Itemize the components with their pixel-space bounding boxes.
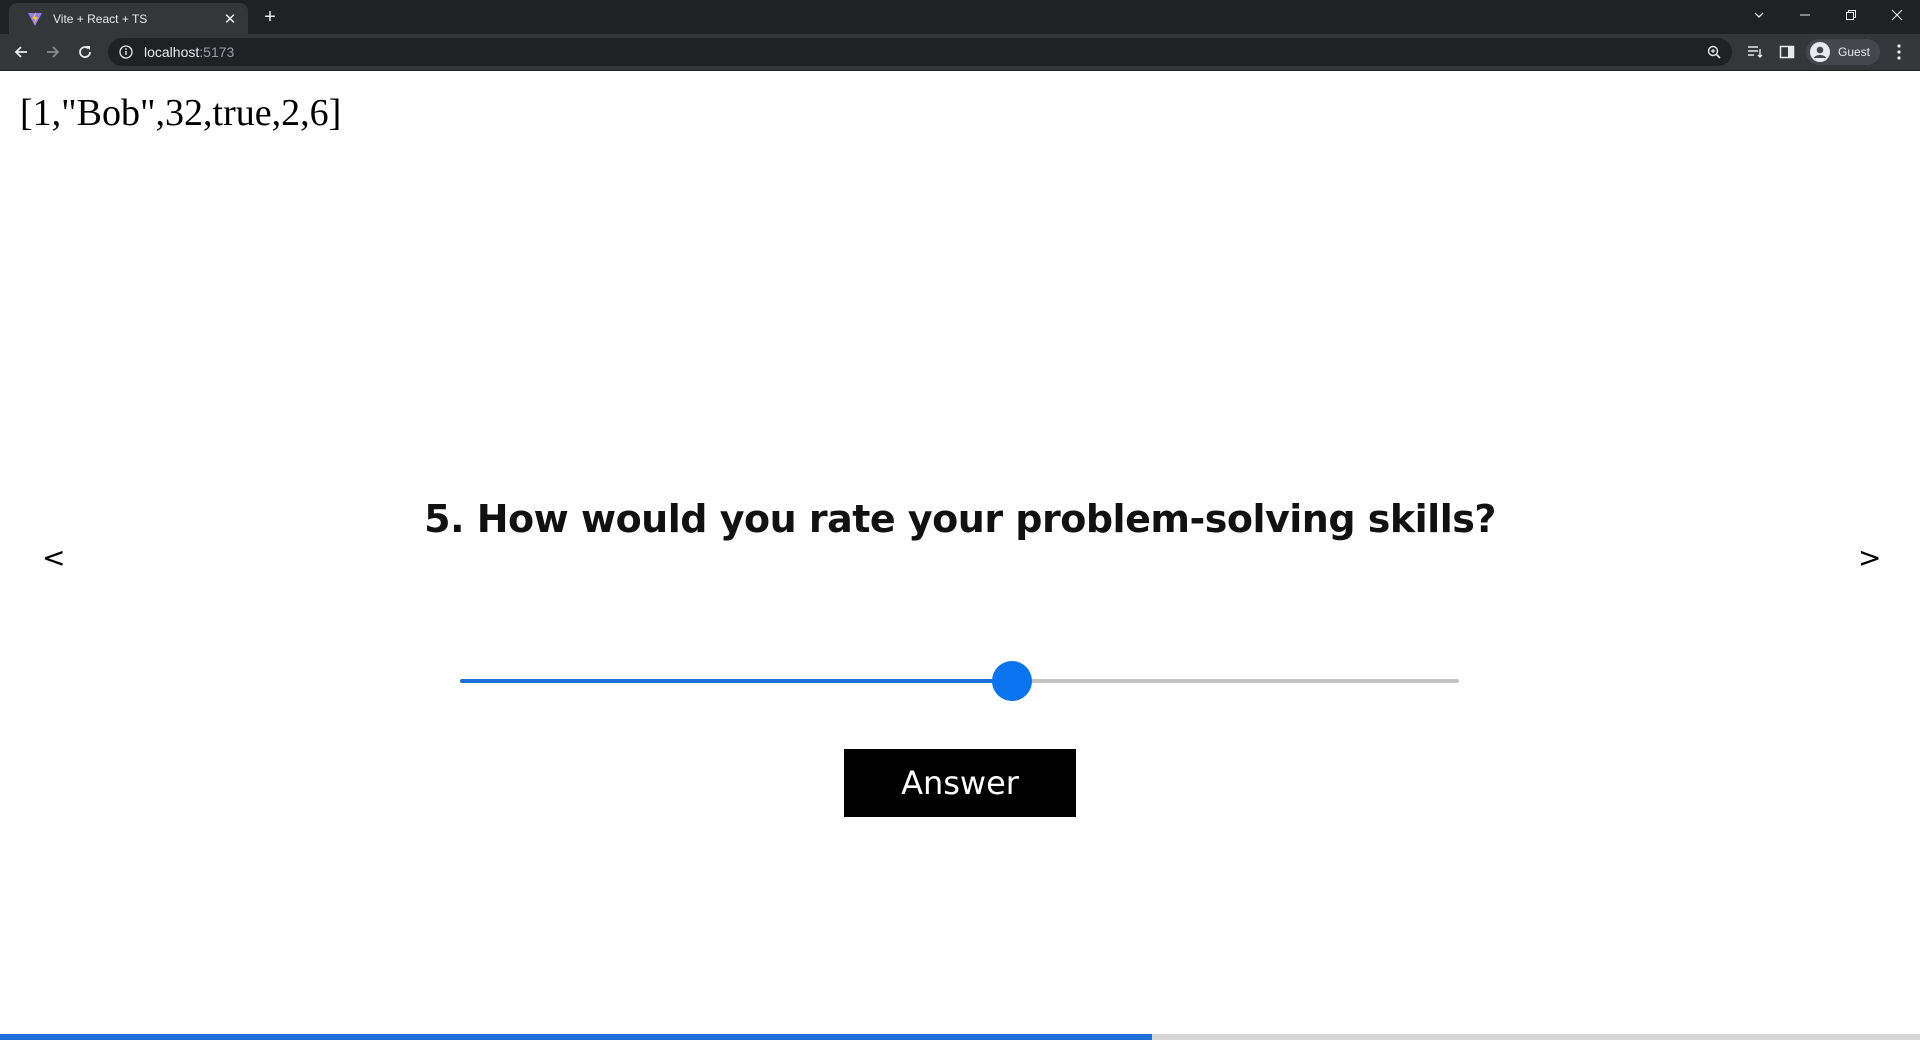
site-info-icon[interactable] (118, 44, 134, 60)
progress-fill (0, 1034, 1152, 1040)
minimize-icon[interactable] (1782, 0, 1828, 30)
url-text: localhost:5173 (144, 44, 234, 60)
url-port: :5173 (199, 44, 235, 60)
page-viewport: [1,"Bob",32,true,2,6] < > 5. How would y… (0, 71, 1920, 1040)
slider-thumb[interactable] (992, 661, 1033, 701)
profile-button[interactable]: Guest (1806, 39, 1881, 65)
question-text: 5. How would you rate your problem-solvi… (424, 497, 1496, 541)
next-question-button[interactable]: > (1858, 541, 1881, 574)
close-window-icon[interactable] (1874, 0, 1920, 30)
tab-title: Vite + React + TS (53, 11, 148, 26)
guest-avatar-icon (1810, 42, 1830, 62)
address-bar[interactable]: localhost:5173 (108, 38, 1732, 66)
tab-close-icon[interactable]: ✕ (222, 11, 238, 28)
vite-favicon-icon (27, 11, 43, 27)
browser-tab[interactable]: Vite + React + TS ✕ (9, 3, 248, 34)
browser-tabstrip: Vite + React + TS ✕ + (0, 0, 1920, 34)
kebab-menu-icon[interactable] (1890, 43, 1908, 61)
side-panel-icon[interactable] (1778, 43, 1796, 61)
url-host: localhost (144, 44, 200, 60)
back-arrow-icon[interactable] (9, 40, 33, 64)
rating-slider[interactable] (460, 661, 1459, 701)
new-tab-icon[interactable]: + (258, 5, 282, 29)
profile-name: Guest (1838, 45, 1871, 59)
progress-bar (0, 1034, 1920, 1040)
answer-button[interactable]: Answer (844, 749, 1076, 817)
slider-fill (460, 679, 1013, 683)
reload-icon[interactable] (73, 40, 97, 64)
state-dump-text: [1,"Bob",32,true,2,6] (20, 92, 342, 134)
zoom-icon[interactable] (1706, 44, 1722, 60)
browser-toolbar: localhost:5173 Guest (0, 34, 1920, 71)
tab-search-icon[interactable] (1736, 0, 1782, 30)
forward-arrow-icon[interactable] (41, 40, 65, 64)
reading-list-icon[interactable] (1746, 43, 1764, 61)
restore-icon[interactable] (1828, 0, 1874, 30)
previous-question-button[interactable]: < (42, 541, 65, 574)
